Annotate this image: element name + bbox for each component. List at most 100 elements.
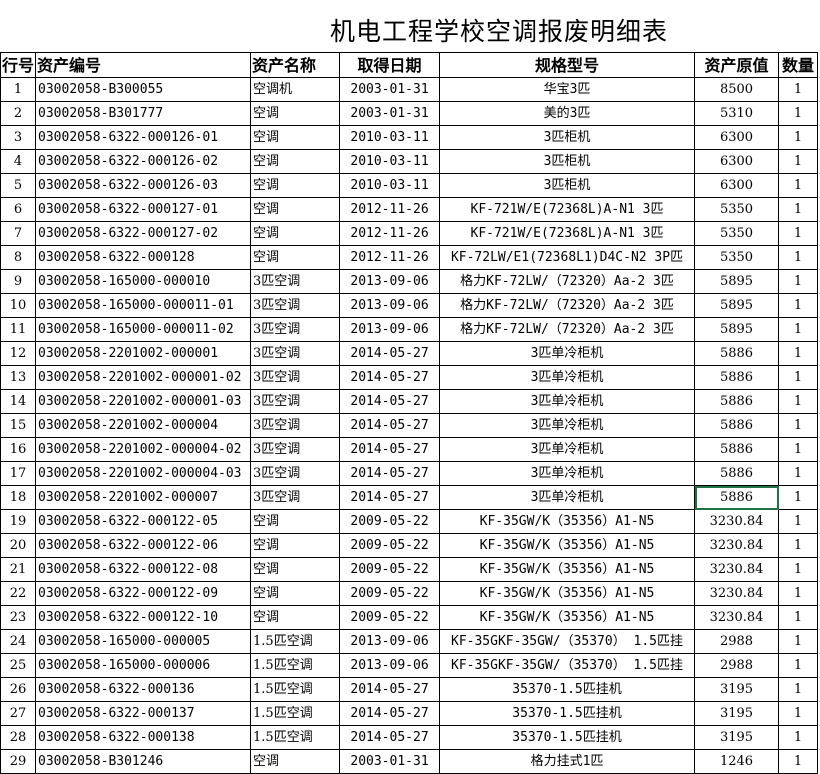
acquired-date-cell[interactable]: 2014-05-27 — [339, 701, 441, 726]
asset-id-cell[interactable]: 03002058-165000-000011-02 — [35, 317, 252, 342]
quantity-cell[interactable]: 1 — [778, 701, 819, 726]
asset-id-cell[interactable]: 03002058-6322-000138 — [35, 725, 252, 750]
row-number-cell[interactable]: 17 — [0, 461, 37, 486]
asset-id-cell[interactable]: 03002058-2201002-000004-03 — [35, 461, 252, 486]
asset-id-cell[interactable]: 03002058-6322-000137 — [35, 701, 252, 726]
row-number-cell[interactable]: 24 — [0, 629, 37, 654]
original-value-cell[interactable]: 5886 — [694, 365, 780, 390]
asset-name-cell[interactable]: 1.5匹空调 — [250, 677, 341, 702]
original-value-cell[interactable]: 3195 — [694, 725, 780, 750]
row-number-cell[interactable]: 1 — [0, 77, 37, 102]
row-number-cell[interactable]: 2 — [0, 101, 37, 126]
quantity-cell[interactable]: 1 — [778, 149, 819, 174]
acquired-date-cell[interactable]: 2013-09-06 — [339, 629, 441, 654]
row-number-cell[interactable]: 21 — [0, 557, 37, 582]
row-number-cell[interactable]: 28 — [0, 725, 37, 750]
asset-id-cell[interactable]: 03002058-2201002-000001-03 — [35, 389, 252, 414]
asset-name-cell[interactable]: 空调 — [250, 509, 341, 534]
quantity-cell[interactable]: 1 — [778, 461, 819, 486]
quantity-cell[interactable]: 1 — [778, 245, 819, 270]
acquired-date-cell[interactable]: 2012-11-26 — [339, 197, 441, 222]
asset-name-cell[interactable]: 3匹空调 — [250, 389, 341, 414]
row-number-cell[interactable]: 18 — [0, 485, 37, 510]
spec-model-cell[interactable]: 3匹单冷柜机 — [439, 341, 696, 366]
asset-id-cell[interactable]: 03002058-B301246 — [35, 749, 252, 774]
asset-id-cell[interactable]: 03002058-2201002-000004 — [35, 413, 252, 438]
quantity-cell[interactable]: 1 — [778, 125, 819, 150]
selected-cell[interactable]: 5886 — [694, 485, 780, 510]
original-value-cell[interactable]: 5886 — [694, 341, 780, 366]
asset-name-cell[interactable]: 3匹空调 — [250, 341, 341, 366]
acquired-date-cell[interactable]: 2009-05-22 — [339, 605, 441, 630]
original-value-cell[interactable]: 6300 — [694, 149, 780, 174]
spec-model-cell[interactable]: 35370-1.5匹挂机 — [439, 677, 696, 702]
asset-id-cell[interactable]: 03002058-6322-000127-01 — [35, 197, 252, 222]
quantity-cell[interactable]: 1 — [778, 413, 819, 438]
asset-id-cell[interactable]: 03002058-6322-000126-01 — [35, 125, 252, 150]
quantity-cell[interactable]: 1 — [778, 101, 819, 126]
asset-id-cell[interactable]: 03002058-165000-000006 — [35, 653, 252, 678]
quantity-cell[interactable]: 1 — [778, 389, 819, 414]
row-number-cell[interactable]: 12 — [0, 341, 37, 366]
original-value-cell[interactable]: 5886 — [694, 461, 780, 486]
original-value-cell[interactable]: 3230.84 — [694, 557, 780, 582]
acquired-date-cell[interactable]: 2003-01-31 — [339, 101, 441, 126]
header-asset-name[interactable]: 资产名称 — [250, 52, 341, 78]
spec-model-cell[interactable]: 格力挂式1匹 — [439, 749, 696, 774]
acquired-date-cell[interactable]: 2014-05-27 — [339, 389, 441, 414]
asset-name-cell[interactable]: 1.5匹空调 — [250, 653, 341, 678]
quantity-cell[interactable]: 1 — [778, 437, 819, 462]
original-value-cell[interactable]: 5310 — [694, 101, 780, 126]
spec-model-cell[interactable]: 美的3匹 — [439, 101, 696, 126]
spec-model-cell[interactable]: KF-35GKF-35GW/（35370） 1.5匹挂 — [439, 629, 696, 654]
original-value-cell[interactable]: 3230.84 — [694, 581, 780, 606]
spec-model-cell[interactable]: 3匹柜机 — [439, 173, 696, 198]
acquired-date-cell[interactable]: 2014-05-27 — [339, 365, 441, 390]
asset-name-cell[interactable]: 1.5匹空调 — [250, 701, 341, 726]
acquired-date-cell[interactable]: 2009-05-22 — [339, 581, 441, 606]
header-asset-id[interactable]: 资产编号 — [35, 52, 252, 78]
spec-model-cell[interactable]: KF-721W/E(72368L)A-N1 3匹 — [439, 221, 696, 246]
acquired-date-cell[interactable]: 2014-05-27 — [339, 677, 441, 702]
asset-name-cell[interactable]: 空调 — [250, 173, 341, 198]
original-value-cell[interactable]: 3195 — [694, 677, 780, 702]
asset-name-cell[interactable]: 空调 — [250, 101, 341, 126]
acquired-date-cell[interactable]: 2014-05-27 — [339, 413, 441, 438]
asset-id-cell[interactable]: 03002058-6322-000122-06 — [35, 533, 252, 558]
row-number-cell[interactable]: 10 — [0, 293, 37, 318]
header-row-number[interactable]: 行号 — [0, 52, 37, 78]
row-number-cell[interactable]: 16 — [0, 437, 37, 462]
spec-model-cell[interactable]: KF-35GKF-35GW/（35370） 1.5匹挂 — [439, 653, 696, 678]
original-value-cell[interactable]: 2988 — [694, 653, 780, 678]
asset-id-cell[interactable]: 03002058-2201002-000001-02 — [35, 365, 252, 390]
spec-model-cell[interactable]: 3匹单冷柜机 — [439, 413, 696, 438]
row-number-cell[interactable]: 27 — [0, 701, 37, 726]
asset-name-cell[interactable]: 空调 — [250, 221, 341, 246]
row-number-cell[interactable]: 23 — [0, 605, 37, 630]
header-quantity[interactable]: 数量 — [778, 52, 819, 78]
original-value-cell[interactable]: 5895 — [694, 293, 780, 318]
quantity-cell[interactable]: 1 — [778, 77, 819, 102]
quantity-cell[interactable]: 1 — [778, 677, 819, 702]
asset-name-cell[interactable]: 空调 — [250, 557, 341, 582]
spec-model-cell[interactable]: 3匹单冷柜机 — [439, 461, 696, 486]
row-number-cell[interactable]: 11 — [0, 317, 37, 342]
acquired-date-cell[interactable]: 2010-03-11 — [339, 149, 441, 174]
asset-name-cell[interactable]: 3匹空调 — [250, 461, 341, 486]
header-original-value[interactable]: 资产原值 — [694, 52, 780, 78]
acquired-date-cell[interactable]: 2010-03-11 — [339, 125, 441, 150]
acquired-date-cell[interactable]: 2009-05-22 — [339, 557, 441, 582]
asset-name-cell[interactable]: 3匹空调 — [250, 485, 341, 510]
spec-model-cell[interactable]: KF-35GW/K（35356）A1-N5 — [439, 581, 696, 606]
row-number-cell[interactable]: 29 — [0, 749, 37, 774]
acquired-date-cell[interactable]: 2003-01-31 — [339, 749, 441, 774]
spec-model-cell[interactable]: 35370-1.5匹挂机 — [439, 725, 696, 750]
row-number-cell[interactable]: 6 — [0, 197, 37, 222]
asset-id-cell[interactable]: 03002058-2201002-000001 — [35, 341, 252, 366]
spec-model-cell[interactable]: 华宝3匹 — [439, 77, 696, 102]
asset-id-cell[interactable]: 03002058-6322-000128 — [35, 245, 252, 270]
asset-name-cell[interactable]: 空调 — [250, 245, 341, 270]
asset-id-cell[interactable]: 03002058-6322-000122-09 — [35, 581, 252, 606]
spec-model-cell[interactable]: 3匹柜机 — [439, 125, 696, 150]
spec-model-cell[interactable]: 格力KF-72LW/（72320）Aa-2 3匹 — [439, 293, 696, 318]
